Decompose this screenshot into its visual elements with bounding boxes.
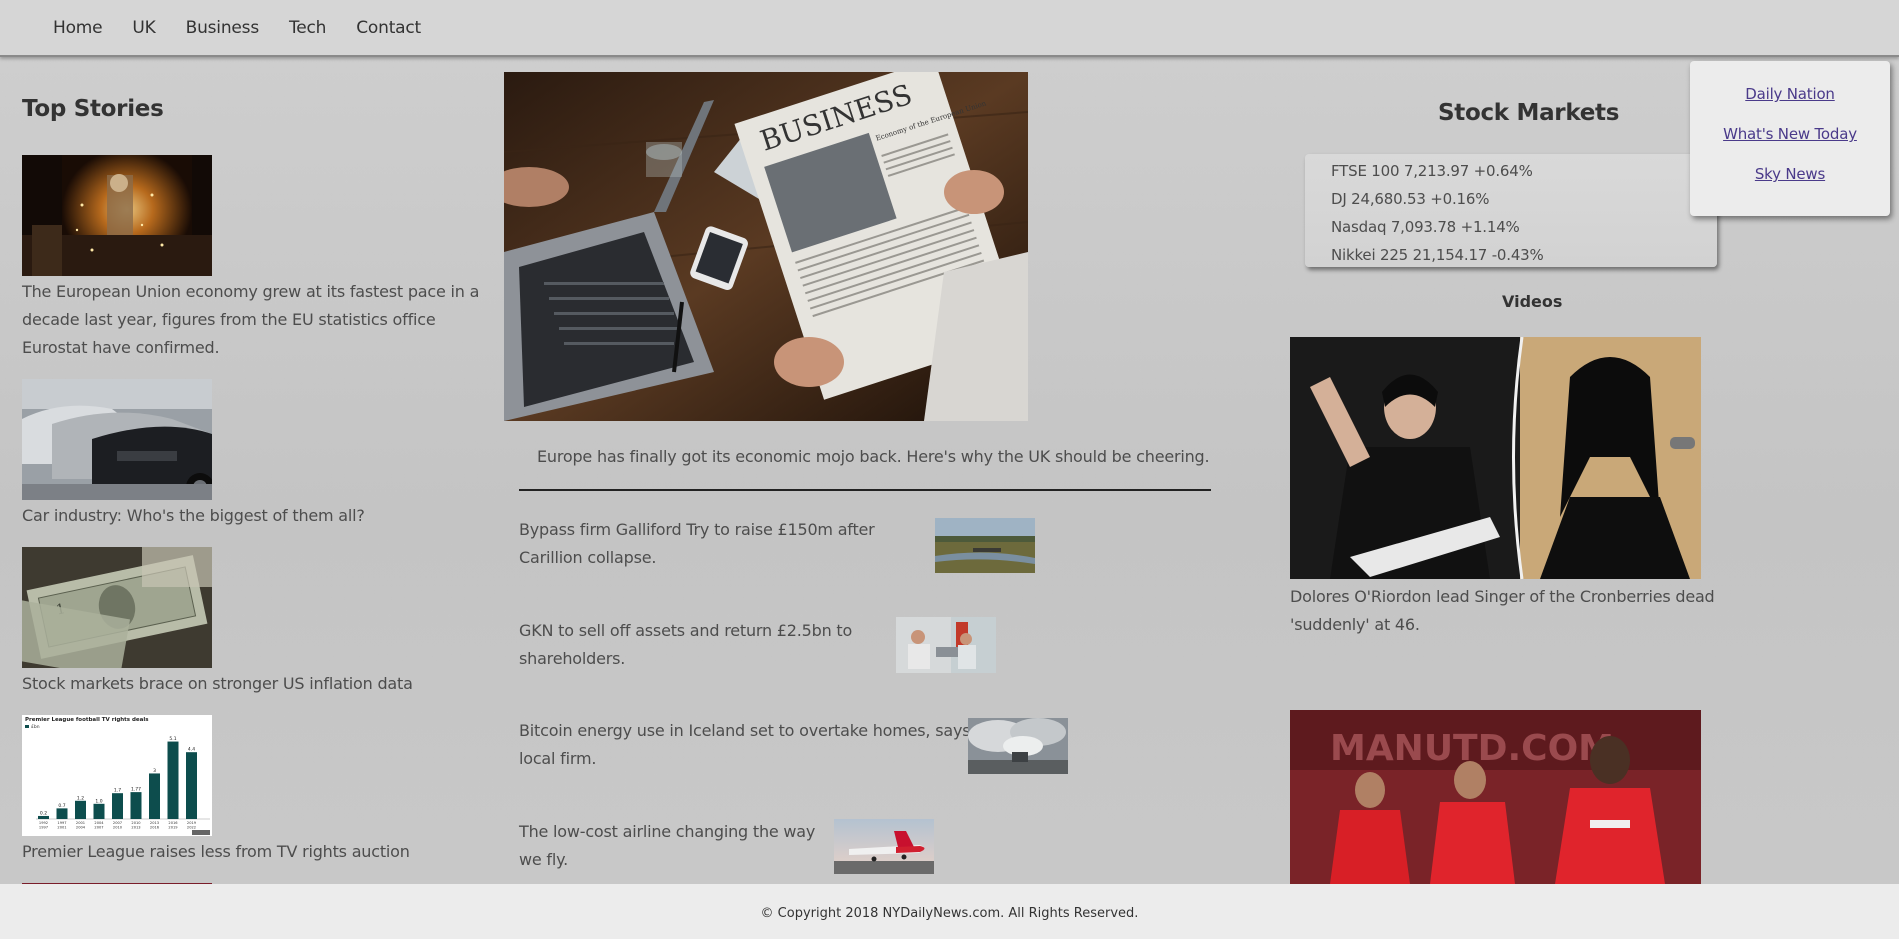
story-text[interactable]: Premier League raises less from TV right… [22, 838, 482, 866]
chart-bar-label: 4.4 [188, 747, 195, 753]
chart-title: Premier League football TV rights deals [25, 717, 149, 723]
chart-bar-label: 0.2 [40, 810, 47, 816]
divider [519, 489, 1211, 491]
steelworks-photo[interactable] [22, 155, 212, 276]
chart-tick-label: 2001 [57, 826, 66, 830]
chart-tick-label: 2016 [168, 821, 178, 825]
chart-bar [93, 803, 105, 819]
top-stories-column: Top Stories The European Union economy g… [22, 96, 482, 885]
stock-row: Nikkei 225 21,154.17 -0.43% [1331, 246, 1544, 264]
copyright-text: © Copyright 2018 NYDailyNews.com. All Ri… [760, 906, 1139, 921]
chart-tick-label: 2013 [131, 826, 140, 830]
stock-row: FTSE 100 7,213.97 +0.64% [1331, 162, 1533, 180]
dollar-bills-photo[interactable]: 1 [22, 547, 212, 668]
nav-contact[interactable]: Contact [356, 18, 421, 38]
chart-tick-label: 2022 [187, 826, 196, 830]
chart-bar [149, 773, 160, 819]
story-item[interactable]: Premier League football TV rights deals … [22, 715, 482, 866]
top-nav: Home UK Business Tech Contact [0, 0, 1899, 57]
factory-workers-photo[interactable] [896, 617, 996, 673]
chart-bar [130, 792, 142, 819]
chart-tick-label: 2013 [150, 821, 159, 825]
video-thumbnail[interactable] [1290, 337, 1701, 579]
chart-bar-label: 3 [153, 768, 156, 774]
story-item[interactable]: The European Union economy grew at its f… [22, 155, 482, 362]
link-sky-news[interactable]: Sky News [1690, 165, 1890, 183]
link-daily-nation[interactable]: Daily Nation [1690, 85, 1890, 103]
football-video-thumbnail[interactable]: MANUTD.COM [1290, 710, 1701, 884]
stock-row: Nasdaq 7,093.78 +1.14% [1331, 218, 1520, 236]
chart-tick-label: 2019 [187, 821, 197, 825]
chart-tick-label: 2016 [150, 826, 160, 830]
video-caption[interactable]: Dolores O'Riordon lead Singer of the Cro… [1290, 583, 1730, 639]
story-item[interactable]: Car industry: Who's the biggest of them … [22, 379, 482, 530]
stock-markets-heading: Stock Markets [1438, 100, 1620, 126]
chart-bar [186, 752, 197, 819]
chart-bar-label: 1.7 [114, 788, 121, 794]
chart-bar [75, 800, 86, 819]
news-item[interactable]: GKN to sell off assets and return £2.5bn… [519, 617, 879, 673]
nav-tech[interactable]: Tech [289, 18, 326, 38]
story-text[interactable]: Stock markets brace on stronger US infla… [22, 670, 482, 698]
news-item[interactable]: The low-cost airline changing the way we… [519, 818, 829, 874]
chart-tick-label: 2010 [113, 826, 123, 830]
nav-business[interactable]: Business [186, 18, 260, 38]
chart-tick-label: 2004 [94, 821, 104, 825]
chart-bar [167, 741, 179, 819]
footer: © Copyright 2018 NYDailyNews.com. All Ri… [0, 884, 1899, 939]
stock-row: DJ 24,680.53 +0.16% [1331, 190, 1490, 208]
chart-bar-label: 1.0 [95, 798, 102, 804]
chart-bar-label: 0.7 [58, 803, 65, 809]
nav-uk[interactable]: UK [132, 18, 155, 38]
chart-legend: £bn [31, 724, 40, 730]
story-item[interactable]: 1 Stock markets brace on stronger US inf… [22, 547, 482, 698]
chart-tick-label: 2010 [131, 821, 141, 825]
cars-photo[interactable] [22, 379, 212, 500]
news-item[interactable]: Bitcoin energy use in Iceland set to ove… [519, 717, 979, 773]
chart-tick-label: 2007 [94, 826, 103, 830]
chart-tick-label: 2004 [76, 826, 86, 830]
chart-tick-label: 2007 [113, 821, 122, 825]
link-whats-new-today[interactable]: What's New Today [1690, 125, 1890, 143]
chart-tick-label: 2019 [168, 826, 178, 830]
hero-caption[interactable]: Europe has finally got its economic mojo… [537, 447, 1210, 466]
chart-tick-label: 1992 [39, 821, 48, 825]
news-item[interactable]: Bypass firm Galliford Try to raise £150m… [519, 516, 929, 572]
stock-ticker-box: FTSE 100 7,213.97 +0.64% DJ 24,680.53 +0… [1305, 154, 1717, 267]
geothermal-plant-photo[interactable] [968, 718, 1068, 774]
chart-bar [56, 808, 68, 819]
chart-bar-label: 1.77 [131, 787, 141, 793]
hero-photo[interactable]: BUSINESS Economy of the European Union [504, 72, 1028, 421]
news-links-dropdown: Daily Nation What's New Today Sky News [1690, 61, 1890, 216]
river-bridge-photo[interactable] [935, 518, 1035, 573]
story-text[interactable]: Car industry: Who's the biggest of them … [22, 502, 482, 530]
videos-heading: Videos [1502, 292, 1563, 311]
chart-bar-label: 1.2 [77, 795, 84, 801]
chart-bar-label: 5.1 [169, 736, 176, 742]
tv-rights-chart-image[interactable]: Premier League football TV rights deals … [22, 715, 212, 836]
story-text[interactable]: The European Union economy grew at its f… [22, 278, 482, 362]
chart-tick-label: 1997 [39, 826, 48, 830]
nav-home[interactable]: Home [53, 18, 103, 38]
chart-tick-label: 1997 [57, 821, 66, 825]
chart-bar [112, 793, 123, 819]
top-stories-heading: Top Stories [22, 96, 164, 122]
airplane-photo[interactable] [834, 819, 934, 874]
chart-tick-label: 2001 [76, 821, 85, 825]
